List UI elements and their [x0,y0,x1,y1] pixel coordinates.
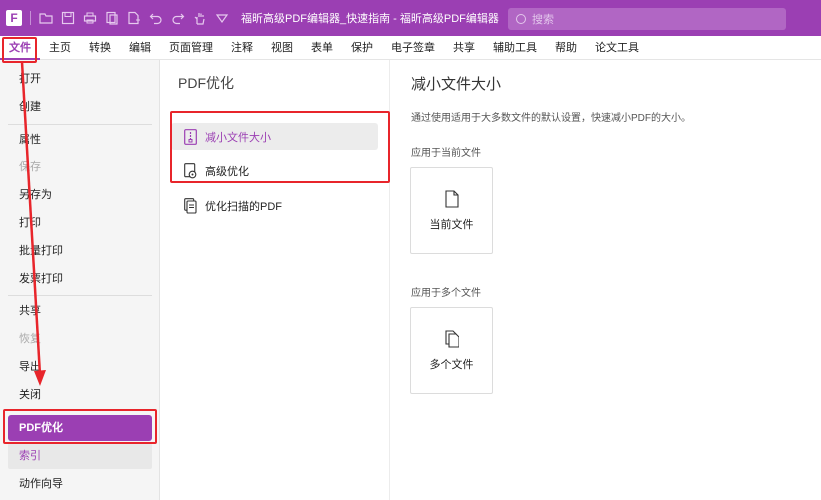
sidebar-item-properties[interactable]: 属性 [0,127,160,153]
sidebar-item-save[interactable]: 保存 [0,154,160,180]
menu-view[interactable]: 视图 [262,36,302,60]
sidebar-item-print[interactable]: 打印 [0,210,160,236]
single-file-icon [444,189,459,208]
sidebar-item-share[interactable]: 共享 [0,298,160,324]
save-icon[interactable] [61,11,75,25]
window-title: 福昕高级PDF编辑器_快速指南 - 福昕高级PDF编辑器 [241,13,499,25]
search-placeholder: 搜索 [532,14,554,26]
section-title: 减小文件大小 [411,76,502,93]
option-label: 优化扫描的PDF [205,200,282,213]
option-reduce-file-size[interactable]: 减小文件大小 [171,123,378,150]
option-advanced-optimize[interactable]: 高级优化 [171,157,378,184]
sidebar-item-pdf-optimize[interactable]: PDF优化 [8,415,152,441]
quick-access-toolbar: F [0,10,229,26]
card-label: 当前文件 [429,218,474,231]
app-logo-icon: F [6,10,22,26]
undo-icon[interactable] [149,11,163,25]
file-sidebar: 打开 创建 属性 保存 另存为 打印 批量打印 发票打印 共享 恢复 导出 关闭… [0,60,160,500]
advanced-optimize-icon [184,162,197,178]
print-icon[interactable] [83,11,97,25]
multiple-files-icon [444,329,459,348]
menu-comment[interactable]: 注释 [222,36,262,60]
reduce-size-panel: 减小文件大小 通过使用适用于大多数文件的默认设置，快速减小PDF的大小。 应用于… [390,60,821,500]
sidebar-item-create[interactable]: 创建 [0,94,160,120]
multi-file-label: 应用于多个文件 [411,288,481,299]
panel-title: PDF优化 [178,75,234,91]
card-label: 多个文件 [429,358,474,371]
menu-home[interactable]: 主页 [40,36,80,60]
option-optimize-scanned-pdf[interactable]: 优化扫描的PDF [171,192,378,219]
sidebar-item-close[interactable]: 关闭 [0,382,160,408]
multi-file-button[interactable]: 多个文件 [410,307,493,394]
option-label: 减小文件大小 [205,131,271,144]
dropdown-icon[interactable] [215,11,229,25]
sidebar-item-save-as[interactable]: 另存为 [0,182,160,208]
menu-page-management[interactable]: 页面管理 [160,36,222,60]
sidebar-item-action-wizard[interactable]: 动作向导 [0,471,160,497]
menu-edit[interactable]: 编辑 [120,36,160,60]
current-file-label: 应用于当前文件 [411,148,481,159]
sidebar-item-invoice-print[interactable]: 发票打印 [0,266,160,292]
sidebar-item-export[interactable]: 导出 [0,354,160,380]
current-file-button[interactable]: 当前文件 [410,167,493,254]
menu-e-signature[interactable]: 电子签章 [382,36,444,60]
menu-form[interactable]: 表单 [302,36,342,60]
sidebar-divider [8,295,152,296]
section-description: 通过使用适用于大多数文件的默认设置，快速减小PDF的大小。 [411,113,691,124]
sidebar-divider [8,124,152,125]
search-icon [516,14,526,24]
menu-convert[interactable]: 转换 [80,36,120,60]
menu-file[interactable]: 文件 [0,36,40,60]
option-label: 高级优化 [205,165,249,178]
scanned-pdf-icon [184,197,197,214]
hand-icon[interactable] [193,11,207,25]
redo-icon[interactable] [171,11,185,25]
title-bar: F 福昕高级PDF编辑器_快速指南 - 福昕高级PDF编辑器 搜索 [0,0,821,36]
menu-accessibility[interactable]: 辅助工具 [484,36,546,60]
menu-share[interactable]: 共享 [444,36,484,60]
compress-file-icon [184,128,197,145]
folder-icon[interactable] [39,11,53,25]
sidebar-item-open[interactable]: 打开 [0,66,160,92]
optimize-options-panel: PDF优化 减小文件大小 高级优化 优化扫描的PDF [161,60,390,500]
search-input[interactable]: 搜索 [508,8,786,30]
export-icon[interactable] [127,11,141,25]
pages-icon[interactable] [105,11,119,25]
toolbar-divider [30,11,31,25]
sidebar-item-batch-print[interactable]: 批量打印 [0,238,160,264]
menu-protect[interactable]: 保护 [342,36,382,60]
menu-bar: 文件 主页 转换 编辑 页面管理 注释 视图 表单 保护 电子签章 共享 辅助工… [0,36,821,60]
menu-help[interactable]: 帮助 [546,36,586,60]
sidebar-item-restore[interactable]: 恢复 [0,326,160,352]
sidebar-item-index[interactable]: 索引 [8,443,152,469]
menu-thesis-tools[interactable]: 论文工具 [586,36,648,60]
